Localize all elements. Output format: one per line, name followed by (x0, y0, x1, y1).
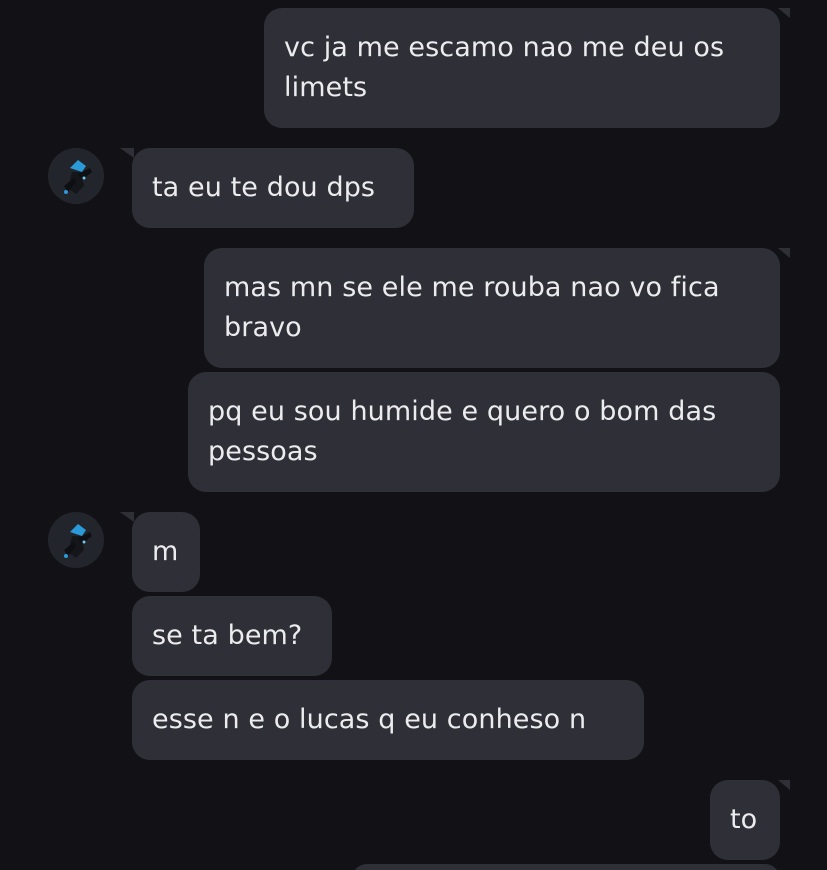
contact-avatar[interactable] (48, 512, 104, 568)
bubble-tail (120, 148, 134, 158)
message-text: esse n e o lucas q eu conheso n (152, 704, 587, 735)
message-text: se ta bem? (152, 620, 303, 651)
incoming-message-bubble[interactable]: ta eu te dou dps (132, 148, 414, 228)
message-text: mas mn se ele me rouba nao vo fica bravo (224, 272, 720, 343)
message-text: pq eu sou humide e quero o bom das pesso… (208, 396, 717, 467)
character-avatar-icon (48, 512, 104, 568)
outgoing-message-bubble[interactable]: pq eu sou humide e quero o bom das pesso… (188, 372, 780, 492)
incoming-message-bubble[interactable]: esse n e o lucas q eu conheso n (132, 680, 644, 760)
bubble-tail (778, 8, 790, 18)
message-text: ta eu te dou dps (152, 172, 376, 203)
incoming-message-bubble[interactable]: se ta bem? (132, 596, 332, 676)
contact-avatar[interactable] (48, 148, 104, 204)
outgoing-message-bubble[interactable]: to (710, 780, 780, 860)
bubble-tail (778, 780, 790, 790)
outgoing-message-bubble[interactable]: vc ja me escamo nao me deu os limets (264, 8, 780, 128)
bubble-tail (120, 512, 134, 522)
character-avatar-icon (48, 148, 104, 204)
incoming-message-bubble[interactable]: m (132, 512, 200, 592)
message-text: vc ja me escamo nao me deu os limets (284, 32, 725, 103)
bubble-tail (778, 248, 790, 258)
message-text: to (730, 804, 758, 835)
outgoing-message-bubble[interactable]: mas mn se ele me rouba nao vo fica bravo (204, 248, 780, 368)
outgoing-message-bubble-partial[interactable] (352, 864, 780, 870)
message-text: m (152, 536, 179, 567)
chat-messages-area[interactable]: vc ja me escamo nao me deu os limets ta … (0, 0, 827, 870)
